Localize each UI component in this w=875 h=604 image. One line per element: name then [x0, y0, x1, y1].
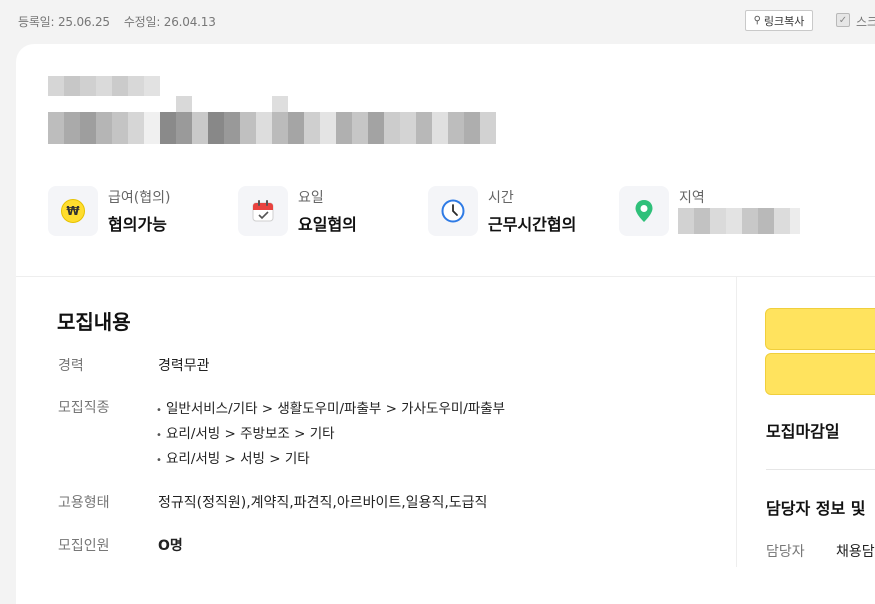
company-name-blurred: [48, 76, 160, 96]
list-item: • 일반서비스/기타 > 생활도우미/파출부 > 가사도우미/파출부: [156, 398, 505, 423]
days-icon-box: [238, 186, 288, 236]
link-icon: ⚲: [753, 15, 761, 26]
job-category-list: • 일반서비스/기타 > 생활도우미/파출부 > 가사도우미/파출부 • 요리/서빙…: [156, 398, 505, 473]
list-item: • 요리/서빙 > 주방보조 > 기타: [156, 423, 505, 448]
bullet-icon: •: [156, 455, 162, 466]
recruit-section-title: 모집내용: [57, 310, 131, 334]
salary-value: 협의가능: [108, 215, 167, 234]
days-value: 요일협의: [298, 215, 357, 234]
manager-section-title: 담당자 정보 및: [766, 499, 866, 518]
region-value-blurred: [678, 208, 800, 234]
location-pin-icon: [635, 200, 653, 222]
employment-label: 고용형태: [58, 495, 110, 511]
copy-link-button[interactable]: ⚲ 링크복사: [745, 10, 813, 31]
career-label: 경력: [58, 358, 84, 374]
deadline-title: 모집마감일: [766, 422, 840, 441]
time-icon-box: [428, 186, 478, 236]
post-dates: 등록일: 25.06.25 수정일: 26.04.13: [18, 13, 216, 30]
bullet-icon: •: [156, 405, 162, 416]
days-label: 요일: [298, 190, 324, 206]
clock-icon: [441, 199, 465, 223]
jobs-label: 모집직종: [58, 400, 110, 416]
sidebar-divider: [766, 469, 875, 470]
career-value: 경력무관: [158, 358, 210, 374]
title-blur-fragment: [272, 96, 288, 112]
section-divider: [16, 276, 875, 277]
region-label: 지역: [679, 190, 705, 206]
manager-value: 채용담당자: [836, 544, 875, 560]
headcount-value: O명: [158, 538, 183, 554]
calendar-icon: [252, 200, 274, 222]
list-item: • 요리/서빙 > 서빙 > 기타: [156, 448, 505, 473]
salary-icon-box: ₩: [48, 186, 98, 236]
scrap-label[interactable]: 스크랩: [856, 13, 875, 30]
scrap-checkbox[interactable]: ✓: [836, 13, 850, 27]
job-title-blurred: [48, 112, 496, 144]
title-blur-fragment: [176, 96, 192, 112]
time-value: 근무시간협의: [488, 215, 577, 234]
registered-date: 등록일: 25.06.25: [18, 15, 110, 29]
modified-date: 수정일: 26.04.13: [123, 15, 216, 29]
employment-value: 정규직(정직원),계약직,파견직,아르바이트,일용직,도급직: [158, 495, 488, 511]
top-bar: 등록일: 25.06.25 수정일: 26.04.13 ⚲ 링크복사 ✓ 스크랩: [0, 0, 875, 42]
won-coin-icon: ₩: [61, 199, 85, 223]
copy-link-label: 링크복사: [763, 14, 805, 28]
region-icon-box: [619, 186, 669, 236]
apply-secondary-button[interactable]: [765, 353, 875, 395]
apply-button[interactable]: [765, 308, 875, 350]
column-divider: [736, 277, 737, 567]
bullet-icon: •: [156, 430, 162, 441]
manager-label: 담당자: [766, 544, 805, 560]
time-label: 시간: [488, 190, 514, 206]
salary-label: 급여(협의): [108, 190, 171, 206]
headcount-label: 모집인원: [58, 538, 110, 554]
